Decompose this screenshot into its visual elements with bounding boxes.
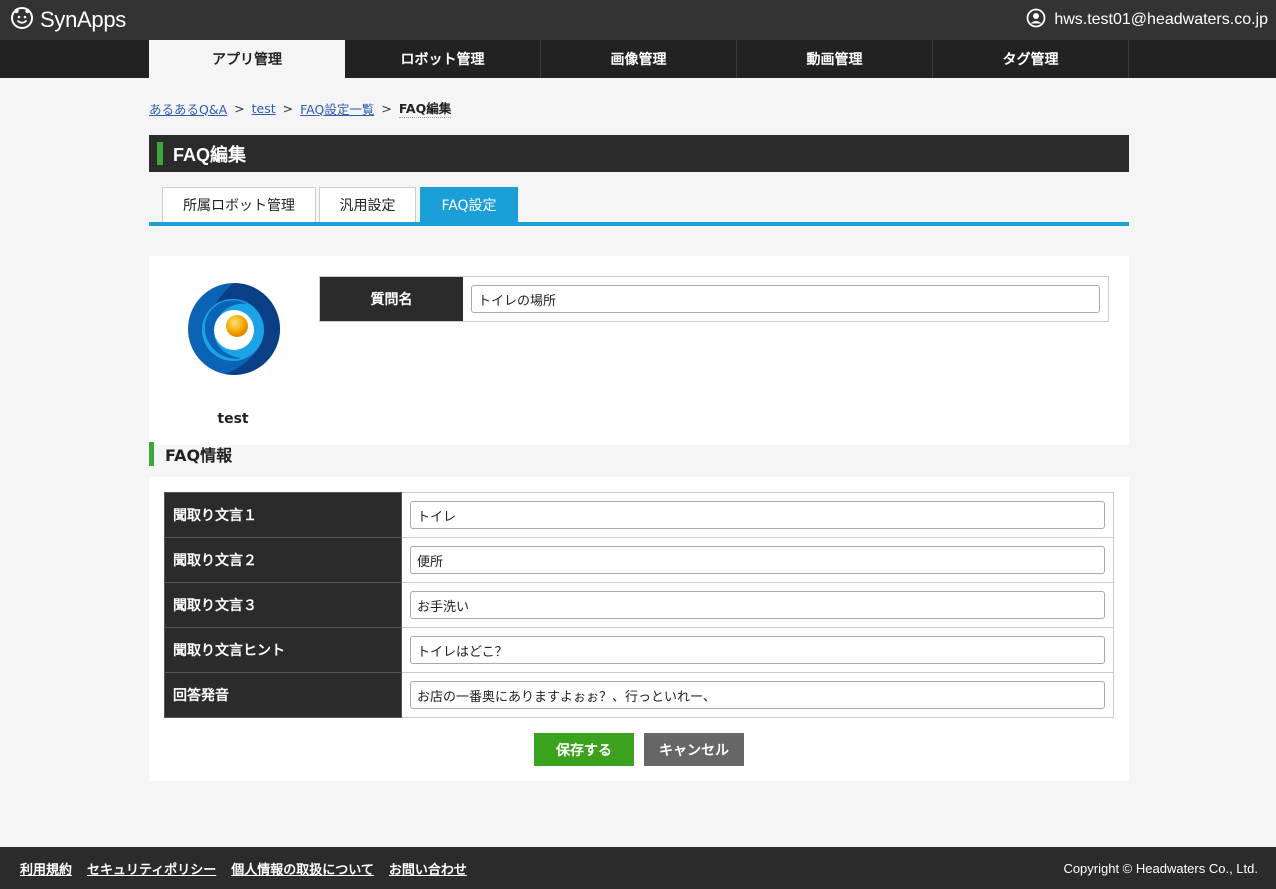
footer-links: 利用規約 セキュリティポリシー 個人情報の取扱について お問い合わせ xyxy=(20,847,467,889)
nav-tab-video-management[interactable]: 動画管理 xyxy=(737,40,933,78)
user-icon xyxy=(1026,8,1046,33)
breadcrumb-separator: > xyxy=(234,100,245,116)
sub-tabs: 所属ロボット管理 汎用設定 FAQ設定 xyxy=(149,186,1129,226)
answer-speech-input[interactable] xyxy=(410,681,1105,709)
save-button[interactable]: 保存する xyxy=(534,733,634,766)
robot-avatar xyxy=(185,280,283,378)
user-menu[interactable]: hws.test01@headwaters.co.jp xyxy=(1026,8,1268,33)
cancel-button[interactable]: キャンセル xyxy=(644,733,744,766)
footer-link-contact[interactable]: お問い合わせ xyxy=(389,859,467,878)
tab-robot-assignment[interactable]: 所属ロボット管理 xyxy=(162,187,316,222)
section-accent-bar xyxy=(149,442,154,466)
top-bar: SynApps hws.test01@headwaters.co.jp xyxy=(0,0,1276,40)
nav-tab-tag-management[interactable]: タグ管理 xyxy=(933,40,1129,78)
faq-section-header: FAQ情報 xyxy=(149,442,232,466)
copyright: Copyright © Headwaters Co., Ltd. xyxy=(1063,860,1258,876)
footer-link-privacy[interactable]: 個人情報の取扱について xyxy=(231,859,374,878)
breadcrumb-separator: > xyxy=(381,100,392,116)
question-panel: test 質問名 xyxy=(149,256,1129,445)
faq-section-title: FAQ情報 xyxy=(165,446,233,465)
page-title-bar: FAQ編集 xyxy=(149,135,1129,172)
user-email: hws.test01@headwaters.co.jp xyxy=(1054,11,1268,28)
nav-tab-image-management[interactable]: 画像管理 xyxy=(541,40,737,78)
footer-link-terms[interactable]: 利用規約 xyxy=(20,859,72,878)
question-row: 質問名 xyxy=(319,276,1109,322)
table-row: 回答発音 xyxy=(164,672,1114,718)
main-nav: アプリ管理 ロボット管理 画像管理 動画管理 タグ管理 xyxy=(0,40,1276,78)
title-accent-bar xyxy=(157,142,163,165)
table-row: 聞取り文言２ xyxy=(164,537,1114,583)
footer-link-security-policy[interactable]: セキュリティポリシー xyxy=(87,859,216,878)
nav-tab-robot-management[interactable]: ロボット管理 xyxy=(345,40,541,78)
page-title: FAQ編集 xyxy=(173,144,247,165)
robot-name: test xyxy=(217,411,249,427)
table-row: 聞取り文言３ xyxy=(164,582,1114,628)
utterance-2-input[interactable] xyxy=(410,546,1105,574)
question-name-input[interactable] xyxy=(471,285,1100,313)
brand-logo[interactable]: SynApps xyxy=(10,7,126,33)
table-row: 聞取り文言ヒント xyxy=(164,627,1114,673)
breadcrumb-link-faq-list[interactable]: FAQ設定一覧 xyxy=(300,99,374,118)
question-label: 質問名 xyxy=(320,277,463,321)
tab-general-settings[interactable]: 汎用設定 xyxy=(319,187,416,222)
row-label: 聞取り文言３ xyxy=(164,582,402,628)
table-row: 聞取り文言１ xyxy=(164,492,1114,538)
breadcrumb-link-robot[interactable]: test xyxy=(252,101,276,116)
faq-panel: 聞取り文言１ 聞取り文言２ 聞取り文言３ 聞取り文言ヒント 回答発音 保存する … xyxy=(149,477,1129,781)
tab-faq-settings[interactable]: FAQ設定 xyxy=(420,187,518,222)
faq-table: 聞取り文言１ 聞取り文言２ 聞取り文言３ 聞取り文言ヒント 回答発音 xyxy=(164,492,1114,718)
smiley-logo-icon xyxy=(10,6,34,34)
footer: 利用規約 セキュリティポリシー 個人情報の取扱について お問い合わせ Copyr… xyxy=(0,847,1276,889)
row-label: 回答発音 xyxy=(164,672,402,718)
utterance-3-input[interactable] xyxy=(410,591,1105,619)
row-label: 聞取り文言１ xyxy=(164,492,402,538)
breadcrumb-current: FAQ編集 xyxy=(398,98,452,118)
breadcrumb-link-app[interactable]: あるあるQ&A xyxy=(149,99,227,118)
breadcrumb-separator: > xyxy=(282,100,294,116)
row-label: 聞取り文言２ xyxy=(164,537,402,583)
breadcrumb: あるあるQ&A > test > FAQ設定一覧 > FAQ編集 xyxy=(149,98,452,118)
utterance-1-input[interactable] xyxy=(410,501,1105,529)
utterance-hint-input[interactable] xyxy=(410,636,1105,664)
brand-name: SynApps xyxy=(40,7,126,32)
row-label: 聞取り文言ヒント xyxy=(164,627,402,673)
nav-tab-app-management[interactable]: アプリ管理 xyxy=(149,40,345,78)
